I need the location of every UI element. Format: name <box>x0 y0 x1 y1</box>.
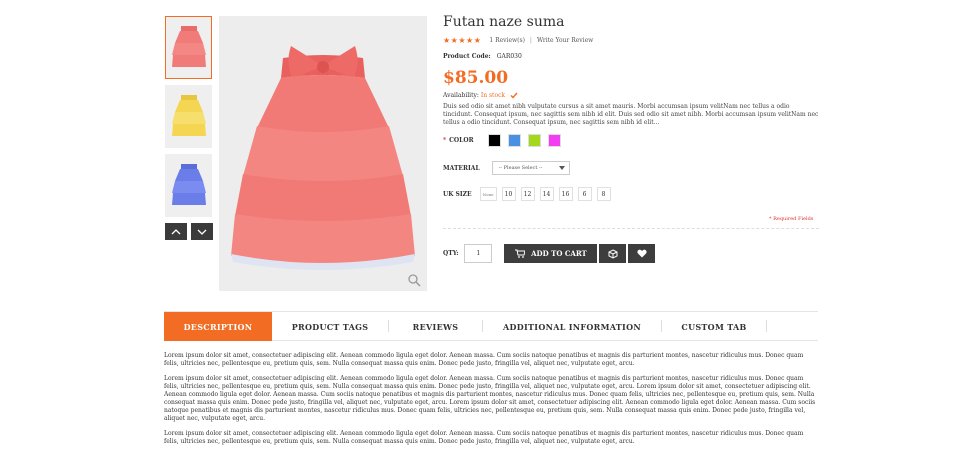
description-paragraph: Lorem ipsum dolor sit amet, consectetuer… <box>164 430 804 445</box>
material-select[interactable]: -- Please Select -- <box>491 161 570 175</box>
tab-product-tags[interactable]: PRODUCT TAGS <box>272 312 388 341</box>
skirt-thumbnail-icon <box>171 25 206 67</box>
skirt-thumbnail-icon <box>171 94 206 136</box>
product-title: Futan naze suma <box>443 14 565 30</box>
color-swatch-black[interactable] <box>487 134 501 147</box>
product-code-value: GAR030 <box>496 53 522 60</box>
size-option-16[interactable]: 16 <box>558 187 573 201</box>
product-code: Product Code: GAR030 <box>443 53 819 60</box>
skirt-image-icon <box>231 46 415 270</box>
size-list: None 10 12 14 16 6 8 <box>479 187 611 201</box>
product-info: Futan naze suma ★★★★★ 1 Review(s) | Writ… <box>443 14 819 263</box>
divider <box>443 228 819 229</box>
add-to-cart-button[interactable]: ADD TO CART <box>504 244 598 263</box>
color-label: COLOR <box>449 137 474 144</box>
separator: | <box>529 37 532 44</box>
skirt-thumbnail-icon <box>171 163 206 205</box>
wishlist-button[interactable] <box>628 244 656 263</box>
size-option-none[interactable]: None <box>479 187 497 201</box>
color-option: * COLOR <box>443 134 568 147</box>
rating-stars-icon: ★★★★★ <box>443 36 482 45</box>
description-content: Lorem ipsum dolor sit amet, consectetuer… <box>164 352 818 453</box>
heart-icon <box>637 249 647 258</box>
size-option-12[interactable]: 12 <box>520 187 535 201</box>
reviews-count-link[interactable]: 1 Review(s) <box>489 37 525 44</box>
size-option-8[interactable]: 8 <box>596 187 611 201</box>
size-option: UK SIZE None 10 12 14 16 6 8 <box>443 187 611 201</box>
availability-value: In stock <box>480 92 506 99</box>
thumbnail-blue-skirt[interactable] <box>165 154 212 217</box>
description-paragraph: Lorem ipsum dolor sit amet, consectetuer… <box>164 352 804 367</box>
color-swatch-magenta[interactable] <box>547 134 561 147</box>
size-label: UK SIZE <box>443 190 472 198</box>
chevron-down-icon <box>197 229 207 235</box>
tab-reviews[interactable]: REVIEWS <box>389 312 482 341</box>
tab-description[interactable]: DESCRIPTION <box>164 312 272 341</box>
add-to-cart-label: ADD TO CART <box>531 249 587 258</box>
tab-divider <box>766 320 767 332</box>
zoom-icon[interactable] <box>407 273 421 287</box>
tab-custom-tab[interactable]: CUSTOM TAB <box>662 312 766 341</box>
thumbnail-next-button[interactable] <box>191 223 213 240</box>
product-short-description: Duis sed odio sit amet nibh vulputate cu… <box>443 103 819 126</box>
material-label: MATERIAL <box>443 164 480 172</box>
cart-icon <box>515 249 526 258</box>
size-option-6[interactable]: 6 <box>577 187 592 201</box>
thumbnail-yellow-skirt[interactable] <box>165 85 212 148</box>
tab-additional-information[interactable]: ADDITIONAL INFORMATION <box>483 312 661 341</box>
qty-input[interactable]: 1 <box>464 244 493 263</box>
product-price: $85.00 <box>443 68 509 88</box>
checkmark-icon <box>510 92 518 99</box>
qty-label: QTY: <box>443 250 459 257</box>
chevron-up-icon <box>171 228 181 234</box>
size-option-14[interactable]: 14 <box>539 187 554 201</box>
required-mark: * <box>443 137 447 144</box>
cube-icon <box>608 248 618 259</box>
compare-button[interactable] <box>599 244 627 263</box>
required-fields-note: * Required Fields <box>769 216 814 222</box>
color-swatch-blue[interactable] <box>507 134 521 147</box>
availability: Availability: In stock <box>443 92 819 99</box>
color-swatch-green[interactable] <box>527 134 541 147</box>
product-tabs: DESCRIPTION PRODUCT TAGS REVIEWS ADDITIO… <box>164 311 818 341</box>
material-option: MATERIAL -- Please Select -- <box>443 161 570 175</box>
thumbnail-gallery <box>165 16 213 240</box>
size-option-10[interactable]: 10 <box>501 187 516 201</box>
thumbnail-prev-button[interactable] <box>165 223 187 240</box>
rating-row: ★★★★★ 1 Review(s) | Write Your Review <box>443 36 819 45</box>
material-select-value: -- Please Select -- <box>498 165 543 171</box>
availability-label: Availability: <box>443 92 479 99</box>
main-product-image[interactable] <box>219 16 427 291</box>
thumbnail-pink-skirt[interactable] <box>165 16 212 79</box>
chevron-down-icon <box>558 166 565 170</box>
write-review-link[interactable]: Write Your Review <box>537 37 593 44</box>
description-paragraph: Lorem ipsum dolor sit amet, consectetuer… <box>164 375 816 422</box>
add-to-cart-row: QTY: 1 ADD TO CART <box>443 244 656 263</box>
product-code-label: Product Code: <box>443 53 491 60</box>
